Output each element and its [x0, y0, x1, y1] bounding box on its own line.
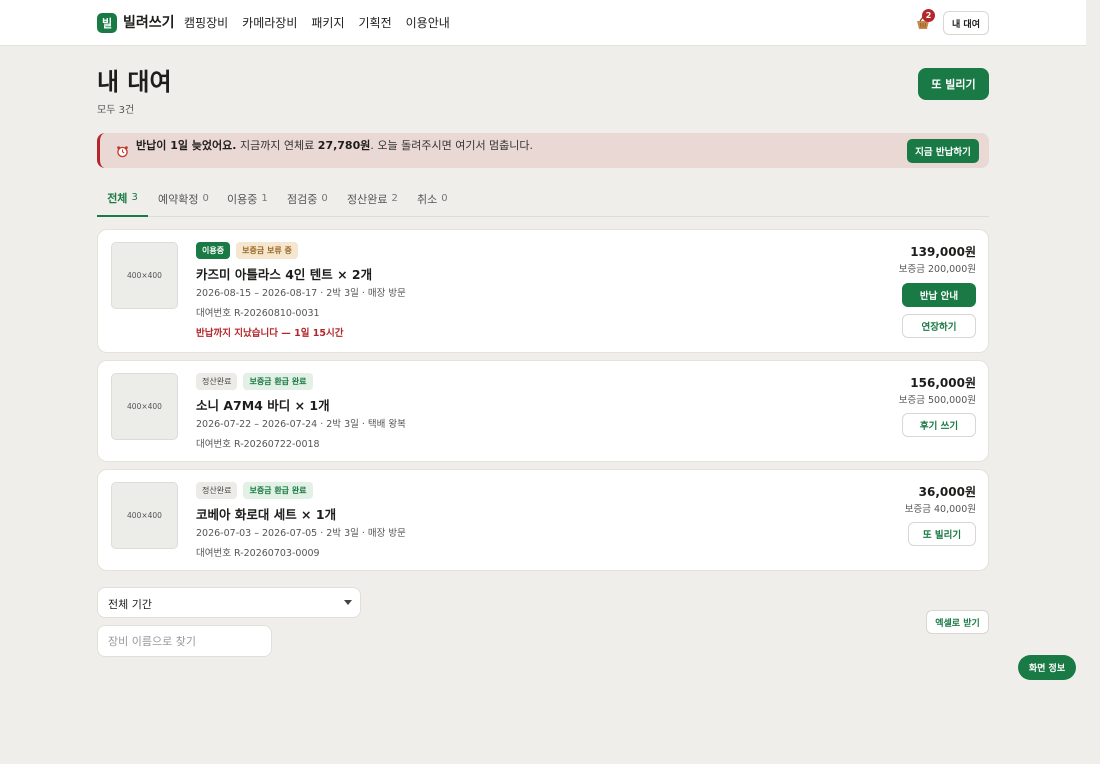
nav-item-promotion[interactable]: 기획전: [359, 13, 392, 33]
tab-count: 2: [391, 193, 398, 204]
item-thumbnail[interactable]: 400×400: [111, 242, 178, 309]
nav-item-camping[interactable]: 캠핑장비: [184, 13, 228, 33]
item-thumbnail[interactable]: 400×400: [111, 373, 178, 440]
rental-card: 400×400 이용중 보증금 보류 중 카즈미 아틀라스 4인 텐트 × 2개…: [97, 229, 989, 353]
tab-count: 1: [261, 193, 268, 204]
rent-again-button[interactable]: 또 빌리기: [918, 68, 989, 100]
tab-count: 0: [441, 193, 448, 204]
tab-label: 예약확정: [158, 192, 199, 206]
rental-number: 대여번호 R-20260722-0018: [196, 439, 320, 450]
tab-all[interactable]: 전체 3: [97, 182, 148, 217]
rent-again-button[interactable]: 또 빌리기: [908, 522, 976, 546]
alert-message: 반납이 1일 늦었어요. 지금까지 연체료 27,780원. 오늘 돌려주시면 …: [136, 138, 533, 154]
deposit-amount: 보증금 500,000원: [898, 395, 976, 406]
rental-number: 대여번호 R-20260703-0009: [196, 548, 320, 559]
rental-card: 400×400 정산완료 보증금 환급 완료 소니 A7M4 바디 × 1개 2…: [97, 360, 989, 462]
tab-settled[interactable]: 정산완료 2: [347, 182, 398, 217]
deposit-amount: 보증금 200,000원: [898, 264, 976, 275]
page-title: 내 대여: [97, 68, 172, 96]
chevron-down-icon: [344, 600, 352, 605]
rental-period: 2026-07-22 – 2026-07-24 · 2박 3일 · 택배 왕복: [196, 419, 406, 430]
tab-in-use[interactable]: 이용중 1: [227, 182, 268, 217]
deposit-badge: 보증금 환급 완료: [243, 482, 313, 499]
item-title[interactable]: 코베아 화로대 세트 × 1개: [196, 504, 336, 523]
equipment-search-input[interactable]: [97, 625, 272, 657]
period-select-value: 전체 기간: [108, 598, 152, 611]
item-title[interactable]: 소니 A7M4 바디 × 1개: [196, 395, 330, 414]
tab-label: 전체: [107, 191, 128, 205]
cart-count-badge: 2: [922, 9, 935, 22]
main-nav: 캠핑장비 카메라장비 패키지 기획전 이용안내: [184, 13, 450, 33]
rental-period: 2026-08-15 – 2026-08-17 · 2박 3일 · 매장 방문: [196, 288, 406, 299]
my-rental-button[interactable]: 내 대여: [943, 11, 989, 35]
rental-card: 400×400 정산완료 보증금 환급 완료 코베아 화로대 세트 × 1개 2…: [97, 469, 989, 571]
alert-late-days: 반납이 1일 늦었어요.: [136, 139, 237, 152]
top-navigation-bar: 빌 빌려쓰기 캠핑장비 카메라장비 패키지 기획전 이용안내 2 내 대여: [0, 0, 1086, 46]
status-tabs: 전체 3 예약확정 0 이용중 1 점검중 0 정산완료 2 취소 0: [97, 182, 989, 217]
item-thumbnail[interactable]: 400×400: [111, 482, 178, 549]
rental-price: 139,000원: [910, 245, 976, 259]
overdue-alert: 반납이 1일 늦었어요. 지금까지 연체료 27,780원. 오늘 돌려주시면 …: [97, 133, 989, 168]
status-badge: 이용중: [196, 242, 231, 259]
status-badge: 정산완료: [196, 482, 238, 499]
logo-text[interactable]: 빌려쓰기: [123, 13, 175, 33]
tab-label: 이용중: [227, 192, 258, 206]
item-title[interactable]: 카즈미 아틀라스 4인 텐트 × 2개: [196, 264, 372, 283]
status-badges: 정산완료 보증금 환급 완료: [196, 482, 313, 499]
write-review-button[interactable]: 후기 쓰기: [902, 413, 976, 437]
overdue-warning: 반납까지 지났습니다 — 1일 15시간: [196, 328, 344, 339]
tab-inspecting[interactable]: 점검중 0: [287, 182, 328, 217]
rental-price: 156,000원: [910, 376, 976, 390]
deposit-amount: 보증금 40,000원: [904, 504, 976, 515]
status-badges: 이용중 보증금 보류 중: [196, 242, 298, 259]
rental-period: 2026-07-03 – 2026-07-05 · 2박 3일 · 매장 방문: [196, 528, 406, 539]
deposit-badge: 보증금 환급 완료: [243, 373, 313, 390]
screen-info-button[interactable]: 화면 정보: [1018, 655, 1076, 680]
tab-label: 점검중: [287, 192, 318, 206]
nav-item-package[interactable]: 패키지: [311, 13, 344, 33]
tab-reserved[interactable]: 예약확정 0: [158, 182, 209, 217]
deposit-badge: 보증금 보류 중: [236, 242, 298, 259]
logo-mark[interactable]: 빌: [97, 13, 117, 33]
alert-text-part1: 지금까지 연체료: [236, 139, 318, 152]
status-badges: 정산완료 보증금 환급 완료: [196, 373, 313, 390]
status-badge: 정산완료: [196, 373, 238, 390]
alarm-clock-icon: [116, 143, 129, 158]
rental-number: 대여번호 R-20260810-0031: [196, 308, 320, 319]
rental-price: 36,000원: [918, 485, 976, 499]
nav-item-camera[interactable]: 카메라장비: [242, 13, 297, 33]
tab-count: 3: [131, 192, 138, 203]
tab-count: 0: [202, 193, 209, 204]
extend-button[interactable]: 연장하기: [902, 314, 976, 338]
tab-count: 0: [321, 193, 328, 204]
tab-label: 취소: [417, 192, 438, 206]
return-guide-button[interactable]: 반납 안내: [902, 283, 976, 307]
rental-count: 모두 3건: [97, 105, 135, 116]
alert-text-part2: . 오늘 돌려주시면 여기서 멈춥니다.: [370, 139, 534, 152]
nav-item-guide[interactable]: 이용안내: [406, 13, 450, 33]
return-now-button[interactable]: 지금 반납하기: [907, 139, 979, 163]
period-select[interactable]: 전체 기간: [97, 587, 361, 618]
tab-label: 정산완료: [347, 192, 388, 206]
excel-download-button[interactable]: 엑셀로 받기: [926, 610, 989, 634]
alert-late-fee: 27,780원: [317, 139, 371, 152]
tab-cancelled[interactable]: 취소 0: [417, 182, 448, 217]
